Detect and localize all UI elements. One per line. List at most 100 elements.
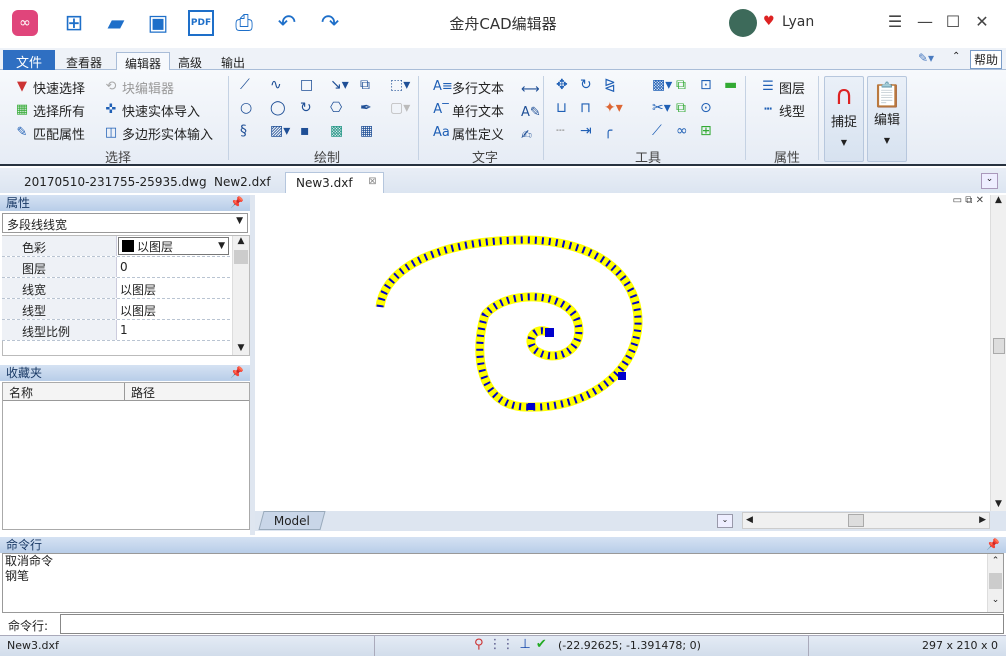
- spline-icon[interactable]: ∿: [270, 77, 292, 93]
- pen-icon[interactable]: ✒: [360, 100, 382, 116]
- command-input[interactable]: [60, 614, 1004, 634]
- extend-icon[interactable]: ⇥: [580, 123, 602, 139]
- drawing-canvas[interactable]: ▭ ⧉ ✕: [255, 195, 990, 511]
- quick-select-button[interactable]: ▼ 快速选择: [14, 77, 85, 97]
- canvas-vertical-scrollbar[interactable]: ▲ ▼: [990, 195, 1006, 511]
- snap-button[interactable]: ∩ 捕捉 ▼: [824, 76, 864, 162]
- hatch-icon[interactable]: ▨▾: [270, 123, 292, 139]
- property-row-color[interactable]: 色彩 以图层 ▼: [2, 236, 230, 257]
- tab-list-icon[interactable]: ⌄: [981, 173, 998, 189]
- tab-output[interactable]: 输出: [213, 52, 253, 71]
- group-label-tools: 工具: [635, 151, 662, 166]
- picture-icon[interactable]: ▩: [330, 123, 352, 139]
- arc-icon[interactable]: ↻: [300, 100, 322, 116]
- column-name[interactable]: 名称: [3, 383, 125, 400]
- pin-icon[interactable]: 📌: [230, 365, 244, 381]
- rotate-icon[interactable]: ↻: [580, 77, 602, 93]
- command-scrollbar[interactable]: ⌃ ⌄: [987, 554, 1003, 612]
- chamfer-icon[interactable]: ⟋: [652, 123, 674, 139]
- avatar[interactable]: [729, 9, 757, 37]
- edit-button[interactable]: 📋 编辑 ▼: [867, 76, 907, 162]
- point-icon[interactable]: ▪: [300, 123, 322, 139]
- snap-toggle-icon[interactable]: ⚲: [474, 637, 484, 652]
- polygon-entity-input-button[interactable]: ◫ 多边形实体输入: [103, 123, 213, 143]
- column-path[interactable]: 路径: [125, 383, 161, 400]
- rectangle-icon[interactable]: □: [300, 77, 322, 93]
- tab-advanced[interactable]: 高级: [170, 52, 210, 71]
- property-row-linetype[interactable]: 线型 以图层: [2, 299, 230, 320]
- tab-file[interactable]: 文件: [3, 50, 55, 71]
- line-icon[interactable]: ⟋: [240, 77, 262, 93]
- match-properties-button[interactable]: ✎ 匹配属性: [14, 123, 85, 143]
- pin-icon[interactable]: 📌: [986, 537, 1000, 553]
- block-editor-button[interactable]: ⟲ 块编辑器: [103, 77, 174, 97]
- edit-text-icon[interactable]: ✍: [521, 124, 541, 147]
- explode-icon[interactable]: ✦▾: [604, 100, 626, 116]
- doc-tab[interactable]: New2.dxf: [204, 172, 281, 193]
- linetype-button[interactable]: ┅ 线型: [760, 100, 805, 120]
- close-icon[interactable]: ✕: [971, 12, 993, 34]
- stretch-icon[interactable]: ⊔: [556, 100, 578, 116]
- layers-button[interactable]: ☰ 图层: [760, 77, 805, 97]
- break-icon[interactable]: ┄: [556, 123, 578, 139]
- layout-list-icon[interactable]: ⌄: [717, 514, 733, 528]
- scale-icon[interactable]: ⊓: [580, 100, 602, 116]
- property-scrollbar[interactable]: ▲ ▼: [232, 236, 249, 355]
- add-layer-icon[interactable]: ⊞: [700, 123, 722, 139]
- help-button[interactable]: 帮助: [970, 50, 1003, 69]
- maximize-icon[interactable]: ☐: [942, 12, 964, 34]
- dimension-icon[interactable]: ⟷: [521, 78, 541, 101]
- attribute-def-button[interactable]: Aa 属性定义: [433, 123, 504, 143]
- polar-toggle-icon[interactable]: ✔: [536, 637, 547, 652]
- close-tab-icon[interactable]: ⊠: [368, 176, 376, 187]
- quick-entity-import-button[interactable]: ✜ 快速实体导入: [103, 100, 200, 120]
- move-icon[interactable]: ✥: [556, 77, 578, 93]
- collapse-ribbon-icon[interactable]: ⌃: [952, 51, 960, 62]
- menu-icon[interactable]: ☰: [884, 12, 906, 34]
- copy-icon[interactable]: ⧉: [676, 77, 698, 93]
- measure-icon[interactable]: ⊙: [700, 100, 722, 116]
- tab-editor[interactable]: 编辑器: [116, 52, 171, 71]
- fill-icon[interactable]: ▩▾: [652, 77, 674, 93]
- mtext-button[interactable]: A≡ 多行文本: [433, 77, 504, 97]
- canvas-horizontal-scrollbar[interactable]: ◀ ▶: [742, 512, 990, 529]
- grid-toggle-icon[interactable]: ⋮⋮: [489, 637, 515, 652]
- helix-icon[interactable]: §: [240, 123, 262, 139]
- text-button[interactable]: A‾ 单行文本: [433, 100, 504, 120]
- table-icon[interactable]: ▦: [360, 123, 382, 139]
- image-icon[interactable]: ▢▾: [390, 100, 412, 116]
- offset-icon[interactable]: ⧉: [676, 100, 698, 116]
- entity-type-select[interactable]: 多段线线宽 ▼: [2, 213, 248, 233]
- select-all-button[interactable]: ▦ 选择所有: [14, 100, 85, 120]
- doc-tab-active[interactable]: New3.dxf ⊠: [285, 172, 384, 193]
- ribbon-tabs: 文件 查看器 编辑器 高级 输出 ✎▾ ⌃ 帮助: [0, 48, 1006, 71]
- status-bar: New3.dxf ⚲ ⋮⋮ ⊥ ✔ (-22.92625; -1.391478; 0)…: [0, 635, 1006, 656]
- pin-icon[interactable]: 📌: [230, 195, 244, 211]
- text-style-icon[interactable]: A✎: [521, 101, 541, 124]
- username[interactable]: Lyan: [782, 14, 814, 30]
- region-icon[interactable]: ⬚▾: [390, 77, 412, 93]
- tab-viewer[interactable]: 查看器: [58, 52, 110, 71]
- dropdown-arrow-icon: ▼: [840, 138, 848, 147]
- property-row-lineweight[interactable]: 线宽 以图层: [2, 278, 230, 299]
- join-icon[interactable]: ∞: [676, 123, 698, 139]
- mirror-icon[interactable]: ⧎: [604, 77, 626, 93]
- grip-point[interactable]: [545, 328, 554, 337]
- polyline-icon[interactable]: ↘▾: [330, 77, 352, 93]
- insert-block-icon[interactable]: ⧉: [360, 77, 382, 93]
- ortho-toggle-icon[interactable]: ⊥: [520, 637, 531, 652]
- property-row-layer[interactable]: 图层 0: [2, 257, 230, 278]
- style-dropdown-icon[interactable]: ✎▾: [918, 51, 934, 65]
- ribbon: ▼ 快速选择 ▦ 选择所有 ✎ 匹配属性 ⟲ 块编辑器 ✜ 快速实体导入 ◫ 多边形实体输入…: [0, 70, 1006, 166]
- tab-model[interactable]: Model: [258, 511, 326, 530]
- trim-icon[interactable]: ✂▾: [652, 100, 674, 116]
- array-icon[interactable]: ⊡: [700, 77, 722, 93]
- ellipse-icon[interactable]: ◯: [270, 100, 292, 116]
- 3d-icon[interactable]: ⎔: [330, 100, 352, 116]
- property-row-linetype-scale[interactable]: 线型比例 1: [2, 320, 230, 341]
- fillet-icon[interactable]: ╭: [604, 123, 626, 139]
- doc-tab[interactable]: 20170510-231755-25935.dwg: [14, 172, 217, 193]
- align-icon[interactable]: ▬: [724, 77, 746, 93]
- minimize-icon[interactable]: —: [914, 12, 936, 34]
- circle-icon[interactable]: ○: [240, 100, 262, 116]
